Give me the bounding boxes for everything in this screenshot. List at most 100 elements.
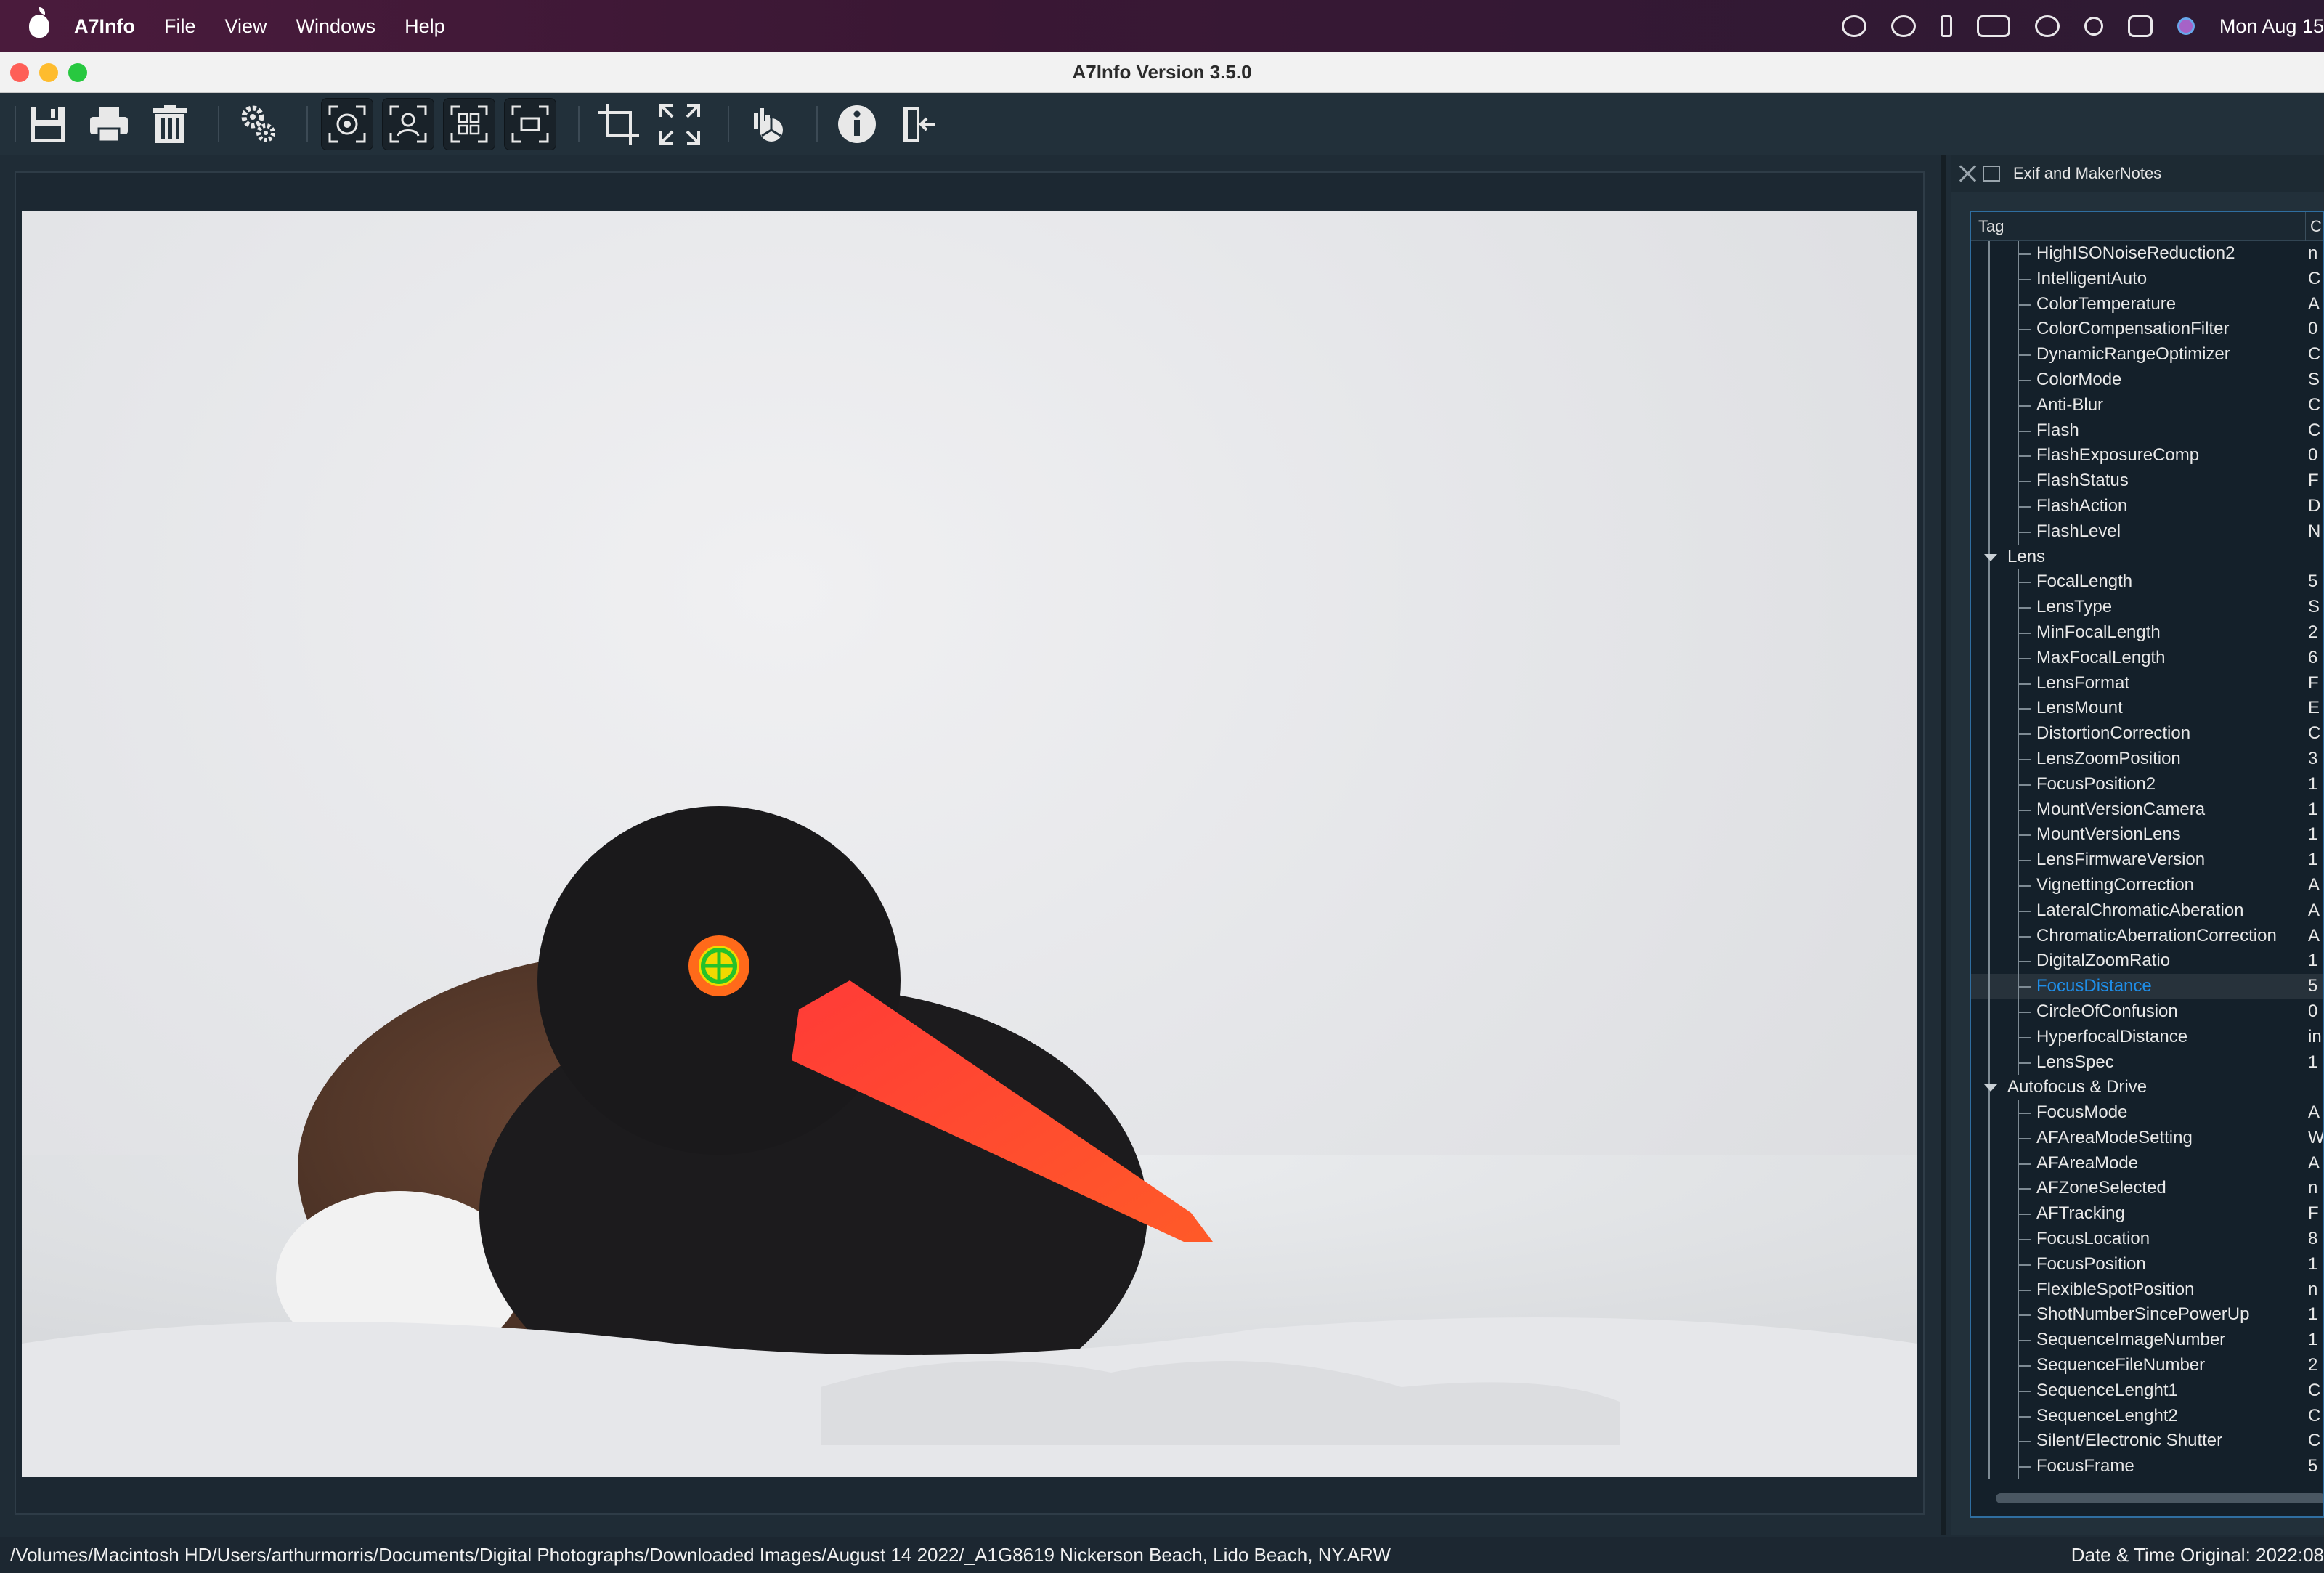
tree-branch (2018, 1062, 2031, 1064)
tree-row[interactable]: AFAreaMode A (1971, 1150, 2323, 1176)
window-close-button[interactable] (10, 63, 29, 82)
tree-row[interactable]: ColorMode S (1971, 367, 2323, 393)
tree-row[interactable]: Silent/Electronic Shutter C (1971, 1428, 2323, 1455)
tree-row[interactable]: SequenceImageNumber 1 (1971, 1328, 2323, 1354)
tree-row[interactable]: AFAreaModeSetting W (1971, 1125, 2323, 1151)
tree-guide (1988, 1454, 1990, 1480)
tree-row-label: MinFocalLength (2036, 622, 2161, 642)
tree-row[interactable]: ColorCompensationFilter 0 (1971, 317, 2323, 343)
tree-row[interactable]: ShotNumberSincePowerUp 1 (1971, 1302, 2323, 1328)
tree-row-label: AFAreaModeSetting (2036, 1127, 2193, 1147)
info-button[interactable] (831, 98, 883, 150)
delete-button[interactable] (144, 98, 196, 150)
tree-row[interactable]: FocusPosition2 1 (1971, 771, 2323, 797)
tree-row[interactable]: DistortionCorrection C (1971, 721, 2323, 747)
tree-row[interactable]: FlashAction D (1971, 493, 2323, 519)
exif-tree[interactable]: Tag C HighISONoiseReduction2 n Intelligent… (1970, 211, 2324, 1518)
settings-button[interactable] (232, 98, 285, 150)
tree-row[interactable]: DigitalZoomRatio 1 (1971, 948, 2323, 975)
disclosure-triangle-icon[interactable] (1984, 553, 1997, 561)
toolbar-separator (578, 106, 580, 142)
disclosure-triangle-icon[interactable] (1984, 1084, 1997, 1092)
column-tag[interactable]: Tag (1978, 217, 2004, 236)
histogram-button[interactable] (742, 98, 795, 150)
menu-clock[interactable]: Mon Aug 15 (2219, 15, 2324, 38)
tree-guide (1988, 1428, 1990, 1455)
face-detect-button[interactable] (382, 98, 434, 150)
tree-row-label: AFTracking (2036, 1203, 2125, 1224)
crop-button[interactable] (593, 98, 645, 150)
fullscreen-button[interactable] (654, 98, 706, 150)
tree-row[interactable]: LensFormat F (1971, 670, 2323, 696)
tree-branch (2018, 455, 2031, 458)
exit-icon (903, 107, 935, 142)
photo-oystercatcher[interactable] (22, 211, 1917, 1477)
menu-app-name[interactable]: A7Info (74, 15, 135, 38)
tree-row[interactable]: MinFocalLength 2 (1971, 619, 2323, 646)
undock-icon[interactable] (1983, 166, 2000, 182)
time-machine-icon[interactable] (1890, 15, 1916, 37)
tree-group[interactable]: Autofocus & Drive (1971, 1075, 2323, 1101)
tree-row[interactable]: Anti-Blur C (1971, 392, 2323, 418)
tree-row[interactable]: VignettingCorrection A (1971, 872, 2323, 898)
menu-view[interactable]: View (225, 15, 267, 38)
tree-row[interactable]: FlashLevel N (1971, 519, 2323, 545)
battery-icon[interactable] (1976, 15, 2010, 37)
tree-row[interactable]: ColorTemperature A (1971, 291, 2323, 317)
tree-row[interactable]: LensSpec 1 (1971, 1049, 2323, 1076)
tree-row[interactable]: HighISONoiseReduction2 n (1971, 241, 2323, 267)
tree-row[interactable]: FocusDistance 5 (1971, 974, 2323, 999)
tree-row[interactable]: AFZoneSelected n (1971, 1176, 2323, 1202)
focus-frame-button[interactable] (504, 98, 556, 150)
tree-row[interactable]: MountVersionLens 1 (1971, 822, 2323, 848)
tree-row[interactable]: FocusLocation 8 (1971, 1227, 2323, 1252)
menu-file[interactable]: File (164, 15, 196, 38)
tree-row[interactable]: FocusMode A (1971, 1100, 2323, 1126)
tree-row[interactable]: FocalLength 5 (1971, 569, 2323, 596)
print-button[interactable] (83, 98, 135, 150)
window-zoom-button[interactable] (68, 63, 87, 82)
screen-record-icon[interactable] (1841, 15, 1866, 37)
wifi-icon[interactable] (2034, 15, 2060, 37)
tree-row[interactable]: SequenceLenght2 C (1971, 1403, 2323, 1429)
tree-row[interactable]: DynamicRangeOptimizer C (1971, 342, 2323, 367)
tree-group[interactable]: Lens (1971, 544, 2323, 570)
menu-windows[interactable]: Windows (296, 15, 376, 38)
save-button[interactable] (22, 98, 74, 150)
apple-icon[interactable] (29, 7, 49, 38)
tree-row[interactable]: LensMount E (1971, 696, 2323, 722)
tree-row[interactable]: IntelligentAuto C (1971, 266, 2323, 292)
bluetooth-icon[interactable] (1940, 15, 1952, 37)
tree-row[interactable]: ChromaticAberrationCorrection A (1971, 923, 2323, 949)
tree-row[interactable]: Flash C (1971, 418, 2323, 444)
window-minimize-button[interactable] (39, 63, 58, 82)
exit-button[interactable] (892, 98, 944, 150)
tree-row[interactable]: FlashExposureComp 0 (1971, 443, 2323, 469)
close-icon[interactable] (1957, 163, 1978, 184)
tree-row[interactable]: LensFirmwareVersion 1 (1971, 848, 2323, 873)
panel-splitter[interactable] (1941, 155, 1946, 1535)
tree-row[interactable]: MountVersionCamera 1 (1971, 797, 2323, 823)
tree-row[interactable]: SequenceFileNumber 2 (1971, 1353, 2323, 1378)
tree-guide (1988, 619, 1990, 646)
tree-row[interactable]: FlexibleSpotPosition n (1971, 1277, 2323, 1303)
tree-row[interactable]: AFTracking F (1971, 1201, 2323, 1227)
focus-point-button[interactable] (321, 98, 373, 150)
tree-row[interactable]: SequenceLenght1 C (1971, 1378, 2323, 1404)
focus-area-button[interactable] (443, 98, 495, 150)
tree-row[interactable]: CircleOfConfusion 0 (1971, 999, 2323, 1025)
tree-row[interactable]: MaxFocalLength 6 (1971, 645, 2323, 671)
search-icon[interactable] (2084, 17, 2103, 36)
tree-row[interactable]: FocusFrame 5 (1971, 1454, 2323, 1480)
tree-row[interactable]: HyperfocalDistance in (1971, 1024, 2323, 1050)
control-center-icon[interactable] (2127, 15, 2153, 37)
menu-help[interactable]: Help (405, 15, 445, 38)
tree-row[interactable]: FlashStatus F (1971, 468, 2323, 494)
tree-row[interactable]: LateralChromaticAberation A (1971, 898, 2323, 924)
column-value[interactable]: C (2305, 212, 2322, 241)
tree-row[interactable]: LensType S (1971, 595, 2323, 620)
tree-row[interactable]: FocusPosition 1 (1971, 1251, 2323, 1277)
horizontal-scrollbar[interactable] (1996, 1493, 2323, 1503)
siri-icon[interactable] (2177, 17, 2195, 35)
tree-row[interactable]: LensZoomPosition 3 (1971, 746, 2323, 772)
